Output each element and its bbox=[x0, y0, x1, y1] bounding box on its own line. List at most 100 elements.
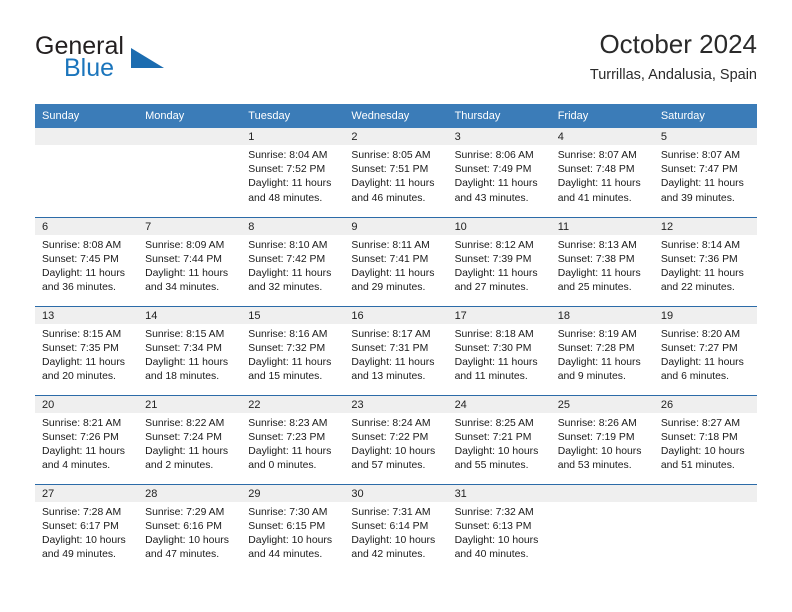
daylight-duration-line2: and 29 minutes. bbox=[351, 282, 426, 294]
calendar-day-cell-empty bbox=[550, 483, 654, 574]
day-cell-inner: 20 Sunrise: 8:21 AM Sunset: 7:26 PM Dayligh… bbox=[35, 395, 139, 484]
day-details: Sunrise: 8:07 AM Sunset: 7:48 PM Daylight:… bbox=[551, 145, 654, 206]
calendar-day-cell[interactable]: 31 Sunrise: 7:32 AM Sunset: 6:13 PM Dayligh… bbox=[447, 483, 551, 573]
sunrise-time: Sunrise: 8:15 AM bbox=[145, 328, 225, 340]
day-cell-inner: 28 Sunrise: 7:29 AM Sunset: 6:16 PM Dayligh… bbox=[138, 484, 242, 574]
sunset-time: Sunset: 7:52 PM bbox=[248, 164, 326, 176]
day-number: 11 bbox=[550, 217, 654, 235]
day-details: Sunrise: 8:04 AM Sunset: 7:52 PM Daylight:… bbox=[241, 145, 344, 206]
calendar-day-cell[interactable]: 18 Sunrise: 8:19 AM Sunset: 7:28 PM Dayligh… bbox=[550, 305, 654, 395]
calendar-day-cell[interactable]: 24 Sunrise: 8:25 AM Sunset: 7:21 PM Dayligh… bbox=[447, 394, 551, 484]
calendar-day-cell[interactable]: 12 Sunrise: 8:14 AM Sunset: 7:36 PM Dayligh… bbox=[653, 216, 757, 306]
sunrise-time: Sunrise: 8:08 AM bbox=[42, 239, 122, 251]
daylight-duration-line1: Daylight: 10 hours bbox=[42, 534, 126, 546]
sunrise-time: Sunrise: 8:13 AM bbox=[557, 239, 637, 251]
calendar-day-cell[interactable]: 2 Sunrise: 8:05 AM Sunset: 7:51 PM Daylight… bbox=[344, 128, 448, 217]
calendar-day-cell[interactable]: 20 Sunrise: 8:21 AM Sunset: 7:26 PM Dayligh… bbox=[35, 394, 139, 484]
daylight-duration-line1: Daylight: 11 hours bbox=[145, 356, 229, 368]
day-details: Sunrise: 8:15 AM Sunset: 7:35 PM Daylight:… bbox=[35, 324, 138, 385]
calendar-day-cell[interactable]: 16 Sunrise: 8:17 AM Sunset: 7:31 PM Dayligh… bbox=[344, 305, 448, 395]
calendar-day-cell[interactable]: 23 Sunrise: 8:24 AM Sunset: 7:22 PM Dayligh… bbox=[344, 394, 448, 484]
daylight-duration-line1: Daylight: 10 hours bbox=[557, 445, 642, 457]
day-cell-inner: 21 Sunrise: 8:22 AM Sunset: 7:24 PM Dayligh… bbox=[138, 395, 242, 484]
calendar-day-cell[interactable]: 4 Sunrise: 8:07 AM Sunset: 7:48 PM Daylight… bbox=[550, 128, 654, 217]
calendar-body: 1 Sunrise: 8:04 AM Sunset: 7:52 PM Daylight… bbox=[35, 128, 757, 573]
day-details: Sunrise: 7:32 AM Sunset: 6:13 PM Daylight:… bbox=[448, 502, 551, 563]
daylight-duration-line2: and 34 minutes. bbox=[145, 282, 220, 294]
day-cell-inner bbox=[550, 484, 654, 574]
weekday-header-friday: Friday bbox=[550, 104, 654, 128]
weekday-header-saturday: Saturday bbox=[653, 104, 757, 128]
daylight-duration-line1: Daylight: 11 hours bbox=[351, 178, 435, 190]
calendar-day-cell[interactable]: 6 Sunrise: 8:08 AM Sunset: 7:45 PM Daylight… bbox=[35, 216, 139, 306]
calendar-day-cell[interactable]: 7 Sunrise: 8:09 AM Sunset: 7:44 PM Daylight… bbox=[138, 216, 242, 306]
calendar-day-cell[interactable]: 21 Sunrise: 8:22 AM Sunset: 7:24 PM Dayligh… bbox=[138, 394, 242, 484]
day-cell-inner: 26 Sunrise: 8:27 AM Sunset: 7:18 PM Dayligh… bbox=[653, 395, 757, 484]
calendar-day-cell[interactable]: 26 Sunrise: 8:27 AM Sunset: 7:18 PM Dayligh… bbox=[653, 394, 757, 484]
sunset-time: Sunset: 7:41 PM bbox=[351, 253, 429, 265]
calendar-day-cell[interactable]: 27 Sunrise: 7:28 AM Sunset: 6:17 PM Dayligh… bbox=[35, 483, 139, 573]
sunrise-time: Sunrise: 8:11 AM bbox=[351, 239, 430, 251]
day-number: 3 bbox=[447, 128, 551, 145]
sunset-time: Sunset: 7:34 PM bbox=[145, 342, 222, 354]
calendar-day-cell[interactable]: 30 Sunrise: 7:31 AM Sunset: 6:14 PM Dayligh… bbox=[344, 483, 448, 573]
day-number: 18 bbox=[550, 306, 654, 324]
calendar-day-cell[interactable]: 11 Sunrise: 8:13 AM Sunset: 7:38 PM Dayligh… bbox=[550, 216, 654, 306]
calendar-day-cell[interactable]: 15 Sunrise: 8:16 AM Sunset: 7:32 PM Dayligh… bbox=[241, 305, 345, 395]
sunrise-time: Sunrise: 7:31 AM bbox=[351, 506, 431, 518]
daylight-duration-line2: and 6 minutes. bbox=[660, 371, 730, 383]
calendar-day-cell[interactable]: 25 Sunrise: 8:26 AM Sunset: 7:19 PM Dayligh… bbox=[550, 394, 654, 484]
daylight-duration-line2: and 49 minutes. bbox=[42, 549, 116, 561]
calendar-day-cell[interactable]: 5 Sunrise: 8:07 AM Sunset: 7:47 PM Daylight… bbox=[653, 128, 757, 217]
day-details: Sunrise: 8:20 AM Sunset: 7:27 PM Daylight:… bbox=[654, 324, 757, 385]
sunrise-time: Sunrise: 8:26 AM bbox=[557, 417, 637, 429]
sunset-time: Sunset: 7:49 PM bbox=[454, 164, 532, 176]
day-details: Sunrise: 7:31 AM Sunset: 6:14 PM Daylight:… bbox=[344, 502, 447, 563]
day-details: Sunrise: 8:09 AM Sunset: 7:44 PM Daylight:… bbox=[138, 235, 241, 296]
day-cell-inner: 16 Sunrise: 8:17 AM Sunset: 7:31 PM Dayligh… bbox=[344, 306, 448, 395]
calendar-day-cell[interactable]: 8 Sunrise: 8:10 AM Sunset: 7:42 PM Daylight… bbox=[241, 216, 345, 306]
calendar-day-cell[interactable]: 17 Sunrise: 8:18 AM Sunset: 7:30 PM Dayligh… bbox=[447, 305, 551, 395]
day-number: 10 bbox=[447, 217, 551, 235]
weekday-header-row: Sunday Monday Tuesday Wednesday Thursday… bbox=[35, 104, 757, 128]
calendar-day-cell[interactable]: 28 Sunrise: 7:29 AM Sunset: 6:16 PM Dayligh… bbox=[138, 483, 242, 574]
daylight-duration-line1: Daylight: 11 hours bbox=[660, 356, 744, 368]
day-number: 23 bbox=[344, 395, 448, 413]
daylight-duration-line1: Daylight: 11 hours bbox=[248, 267, 332, 279]
sunrise-time: Sunrise: 8:27 AM bbox=[660, 417, 740, 429]
day-number: 13 bbox=[35, 306, 139, 324]
general-blue-logo[interactable]: General Blue bbox=[35, 32, 235, 90]
calendar-day-cell[interactable]: 9 Sunrise: 8:11 AM Sunset: 7:41 PM Daylight… bbox=[344, 216, 448, 306]
day-details: Sunrise: 8:15 AM Sunset: 7:34 PM Daylight:… bbox=[138, 324, 241, 385]
day-number: 15 bbox=[241, 306, 345, 324]
sunrise-time: Sunrise: 7:29 AM bbox=[145, 506, 225, 518]
daylight-duration-line1: Daylight: 10 hours bbox=[351, 534, 436, 546]
day-cell-inner: 8 Sunrise: 8:10 AM Sunset: 7:42 PM Daylight… bbox=[241, 217, 345, 306]
daylight-duration-line2: and 44 minutes. bbox=[248, 549, 323, 561]
daylight-duration-line1: Daylight: 11 hours bbox=[454, 356, 538, 368]
day-cell-inner: 14 Sunrise: 8:15 AM Sunset: 7:34 PM Dayligh… bbox=[138, 306, 242, 395]
daylight-duration-line1: Daylight: 10 hours bbox=[660, 445, 745, 457]
day-number: 16 bbox=[344, 306, 448, 324]
calendar-day-cell[interactable]: 10 Sunrise: 8:12 AM Sunset: 7:39 PM Dayligh… bbox=[447, 216, 551, 306]
day-details: Sunrise: 8:18 AM Sunset: 7:30 PM Daylight:… bbox=[448, 324, 551, 385]
sunset-time: Sunset: 7:38 PM bbox=[557, 253, 635, 265]
daylight-duration-line2: and 41 minutes. bbox=[557, 192, 632, 204]
sunrise-time: Sunrise: 7:28 AM bbox=[42, 506, 122, 518]
calendar-day-cell[interactable]: 13 Sunrise: 8:15 AM Sunset: 7:35 PM Dayligh… bbox=[35, 305, 139, 395]
day-cell-inner: 9 Sunrise: 8:11 AM Sunset: 7:41 PM Daylight… bbox=[344, 217, 448, 306]
sunrise-time: Sunrise: 8:10 AM bbox=[248, 239, 328, 251]
calendar-day-cell[interactable]: 22 Sunrise: 8:23 AM Sunset: 7:23 PM Dayligh… bbox=[241, 394, 345, 484]
day-number: 4 bbox=[550, 128, 654, 145]
calendar-day-cell[interactable]: 19 Sunrise: 8:20 AM Sunset: 7:27 PM Dayligh… bbox=[653, 305, 757, 395]
calendar-day-cell[interactable]: 29 Sunrise: 7:30 AM Sunset: 6:15 PM Dayligh… bbox=[241, 483, 345, 573]
sunset-time: Sunset: 7:18 PM bbox=[660, 431, 738, 443]
calendar-day-cell[interactable]: 1 Sunrise: 8:04 AM Sunset: 7:52 PM Daylight… bbox=[241, 128, 345, 217]
calendar-day-cell[interactable]: 3 Sunrise: 8:06 AM Sunset: 7:49 PM Daylight… bbox=[447, 128, 551, 217]
day-number: 12 bbox=[653, 217, 757, 235]
sunrise-sunset-calendar: Sunday Monday Tuesday Wednesday Thursday… bbox=[35, 104, 757, 573]
day-details: Sunrise: 8:07 AM Sunset: 7:47 PM Daylight:… bbox=[654, 145, 757, 206]
sunset-time: Sunset: 7:24 PM bbox=[145, 431, 222, 443]
sunrise-time: Sunrise: 8:25 AM bbox=[454, 417, 534, 429]
calendar-day-cell[interactable]: 14 Sunrise: 8:15 AM Sunset: 7:34 PM Dayligh… bbox=[138, 305, 242, 395]
